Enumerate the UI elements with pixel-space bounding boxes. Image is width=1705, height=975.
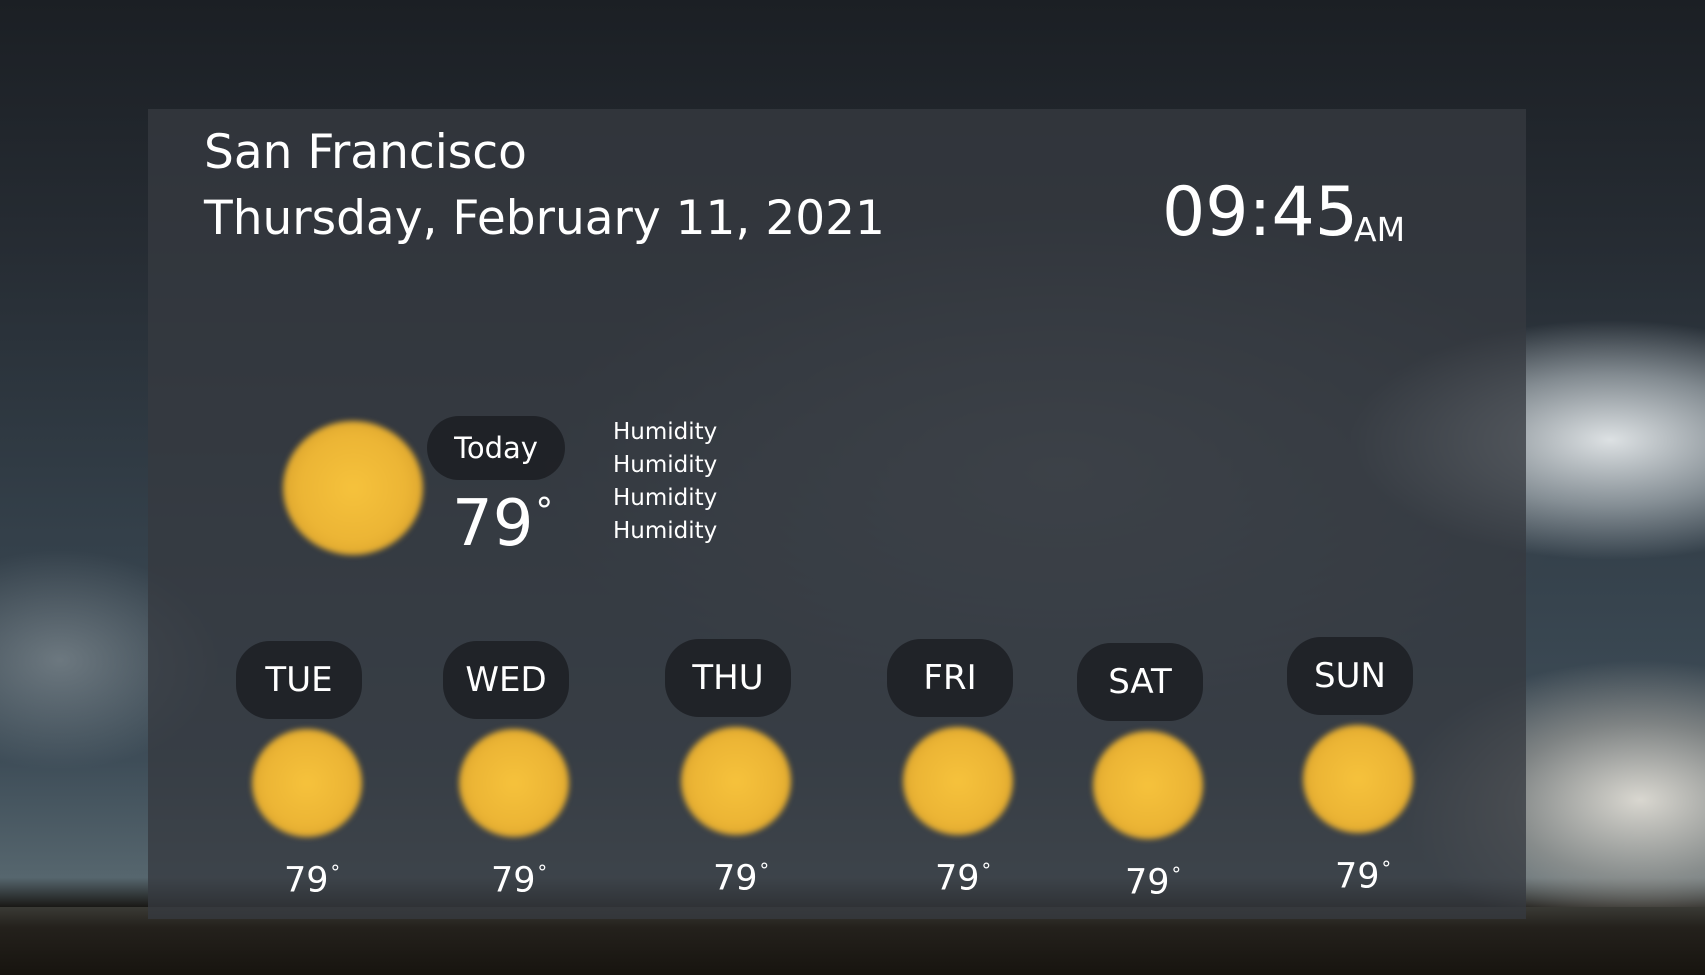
city-name: San Francisco: [204, 125, 527, 180]
degree-symbol: °: [1381, 857, 1392, 880]
sun-icon: [903, 727, 1013, 835]
forecast-temperature: 79 °: [491, 863, 547, 899]
degree-symbol: °: [759, 859, 770, 882]
degree-symbol: °: [330, 861, 341, 884]
forecast-temp-value: 79: [713, 858, 758, 899]
forecast-temperature: 79 °: [284, 863, 340, 899]
forecast-temperature: 79 °: [713, 861, 769, 897]
forecast-temperature: 79 °: [1335, 859, 1391, 895]
forecast-day-label: THU: [665, 639, 791, 717]
degree-symbol: °: [537, 861, 548, 884]
degree-symbol: °: [535, 490, 554, 532]
humidity-label: Humidity: [613, 518, 718, 544]
humidity-label: Humidity: [613, 419, 718, 445]
forecast-day-label: TUE: [236, 641, 362, 719]
forecast-temperature: 79 °: [1125, 865, 1181, 901]
today-temp-value: 79: [452, 487, 534, 561]
sun-icon: [681, 727, 791, 835]
forecast-temp-value: 79: [1125, 862, 1170, 903]
today-details: Humidity Humidity Humidity Humidity: [613, 416, 717, 548]
clock-period: AM: [1354, 210, 1406, 249]
forecast-day-label: FRI: [887, 639, 1013, 717]
humidity-label: Humidity: [613, 485, 718, 511]
sun-icon: [1093, 731, 1203, 839]
sun-icon: [283, 421, 423, 555]
forecast-day-label: WED: [443, 641, 569, 719]
forecast-temp-value: 79: [284, 860, 329, 901]
forecast-temperature: 79 °: [935, 861, 991, 897]
sun-icon: [459, 729, 569, 837]
sun-icon: [1303, 725, 1413, 833]
forecast-day-label: SUN: [1287, 637, 1413, 715]
forecast-temp-value: 79: [491, 860, 536, 901]
forecast-day-label: SAT: [1077, 643, 1203, 721]
degree-symbol: °: [1171, 863, 1182, 886]
current-date: Thursday, February 11, 2021: [204, 191, 885, 246]
degree-symbol: °: [981, 859, 992, 882]
today-temperature: 79°: [452, 492, 553, 556]
clock-time: 09:45: [1162, 173, 1358, 252]
forecast-temp-value: 79: [935, 858, 980, 899]
forecast-temp-value: 79: [1335, 856, 1380, 897]
sun-icon: [252, 729, 362, 837]
weather-app-window: San Francisco Thursday, February 11, 202…: [0, 0, 1705, 975]
today-label: Today: [427, 416, 565, 480]
humidity-label: Humidity: [613, 452, 718, 478]
weather-panel: San Francisco Thursday, February 11, 202…: [148, 109, 1526, 919]
